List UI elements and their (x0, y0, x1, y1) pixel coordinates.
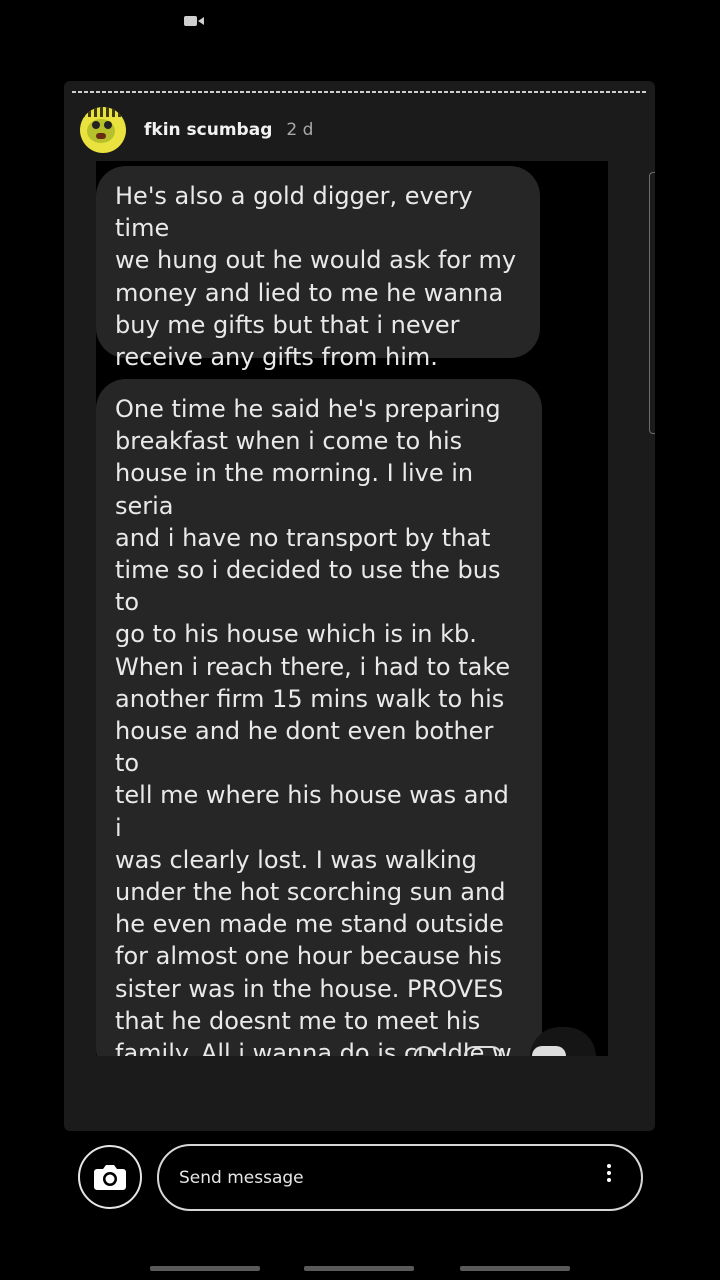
timestamp: 2 d (286, 120, 314, 140)
video-camera-icon (184, 16, 204, 26)
story-progress-bar (72, 91, 647, 93)
story-screenshot: He's also a gold digger, every time we h… (96, 161, 608, 1056)
sticker-icon (532, 1046, 566, 1056)
camera-icon (94, 1165, 126, 1190)
message-bubble: One time he said he's preparing breakfas… (96, 379, 542, 1056)
avatar[interactable] (80, 107, 126, 153)
screenshot-toolbar-icons (414, 1046, 566, 1056)
send-message-placeholder: Send message (179, 1167, 304, 1188)
username[interactable]: fkin scumbag (144, 120, 272, 140)
more-vertical-icon[interactable] (598, 1160, 620, 1186)
nav-bar-segment (304, 1266, 414, 1271)
nav-bar-segment (150, 1266, 260, 1271)
nav-bar-segment (460, 1266, 570, 1271)
side-edge-handle[interactable] (649, 172, 655, 434)
mic-icon (414, 1046, 434, 1056)
message-bubble: He's also a gold digger, every time we h… (96, 166, 540, 371)
story-header: fkin scumbag 2 d (80, 107, 313, 153)
story-card[interactable]: fkin scumbag 2 d He's also a gold digger… (64, 81, 655, 1131)
gallery-icon (464, 1046, 502, 1056)
send-message-input[interactable]: Send message (157, 1144, 643, 1211)
camera-button[interactable] (78, 1145, 142, 1209)
